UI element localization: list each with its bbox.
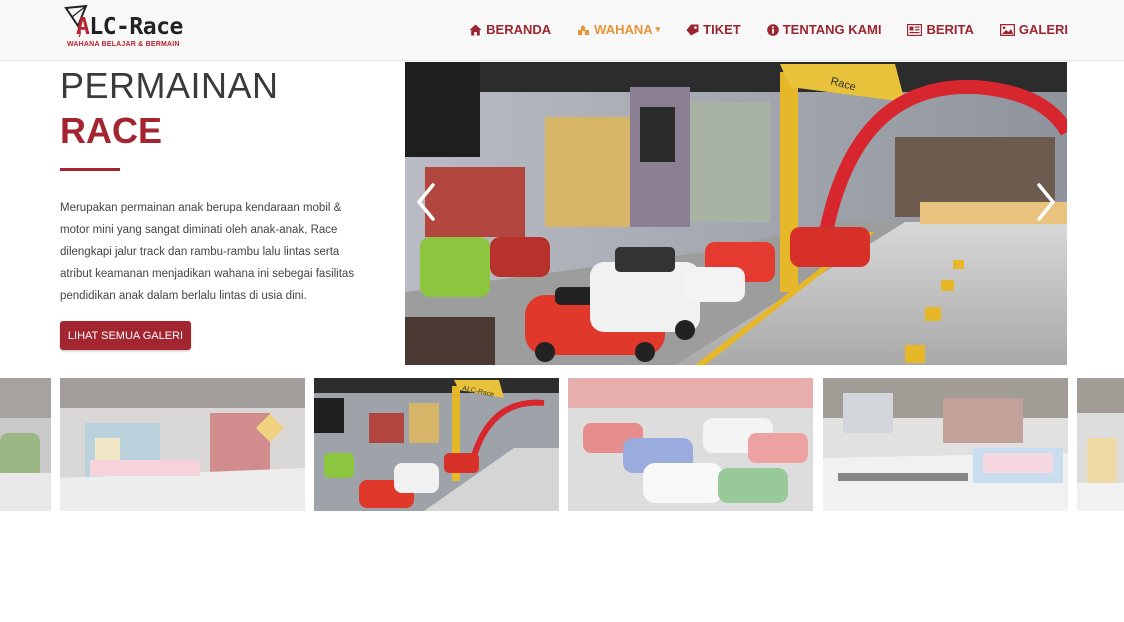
newspaper-icon [907, 23, 923, 36]
chevron-left-icon [416, 183, 435, 221]
nav-tentang-kami-label: TENTANG KAMI [782, 22, 882, 37]
nav-berita[interactable]: BERITA [907, 22, 974, 37]
nav-beranda-label: BERANDA [486, 22, 552, 37]
ticket-icon [686, 24, 699, 36]
image-slider[interactable]: Race [405, 62, 1067, 365]
main-nav: BERANDA WAHANA ▾ TIKET TENTANG KAMI BERI… [443, 22, 1068, 37]
nav-galeri-label: GALERI [1018, 22, 1068, 37]
home-icon [469, 24, 482, 36]
description-line: dilengkapi jalur track dan rambu-rambu l… [60, 246, 340, 258]
caret-down-icon: ▾ [655, 24, 661, 34]
page-title: PERMAINAN [60, 65, 279, 106]
slide-photo: Race [405, 62, 1067, 365]
gallery-thumbnail[interactable] [568, 378, 813, 511]
gallery-thumbnail[interactable] [1077, 378, 1124, 511]
brand-name: ALC-Race [76, 14, 183, 40]
nav-tentang-kami[interactable]: TENTANG KAMI [766, 22, 882, 37]
slider-next-button[interactable] [1031, 172, 1061, 232]
nav-berita-label: BERITA [926, 22, 974, 37]
nav-beranda[interactable]: BERANDA [469, 22, 551, 37]
nav-wahana-label: WAHANA [594, 22, 653, 37]
chevron-right-icon [1037, 183, 1056, 221]
image-icon [999, 23, 1015, 36]
nav-tiket-label: TIKET [703, 22, 741, 37]
nav-galeri[interactable]: GALERI [999, 22, 1068, 37]
nav-tiket[interactable]: TIKET [686, 22, 741, 37]
see-all-gallery-button[interactable]: LIHAT SEMUA GALERI [60, 321, 191, 350]
gallery-thumbnail-active[interactable]: ALC-Race [314, 378, 559, 511]
intro-description: Merupakan permainan anak berupa kendaraa… [60, 197, 370, 307]
gallery-thumbnail[interactable] [0, 378, 51, 511]
slider-prev-button[interactable] [411, 172, 441, 232]
description-line: motor mini yang sangat diminati oleh ana… [60, 224, 338, 236]
page-subtitle: RACE [60, 110, 163, 151]
info-icon [766, 23, 779, 36]
gallery-thumbnails: ALC-Race [0, 378, 1124, 511]
nav-wahana[interactable]: WAHANA ▾ [577, 22, 660, 37]
description-line: pendidikan anak dalam berlalu lintas di … [60, 290, 307, 302]
brand-tagline: WAHANA BELAJAR & BERMAIN [67, 41, 180, 48]
intro-section: PERMAINAN RACE Merupakan permainan anak … [60, 65, 380, 350]
title-divider [60, 168, 120, 171]
navbar: ALC-Race WAHANA BELAJAR & BERMAIN BERAND… [0, 0, 1124, 61]
description-line: atribut keamanan menjadikan wahana ini s… [60, 268, 355, 280]
gallery-thumbnail[interactable] [823, 378, 1068, 511]
brand-logo[interactable]: ALC-Race WAHANA BELAJAR & BERMAIN [60, 4, 200, 54]
ride-icon [577, 24, 590, 36]
gallery-thumbnail[interactable] [60, 378, 305, 511]
description-line: Merupakan permainan anak berupa kendaraa… [60, 202, 342, 214]
